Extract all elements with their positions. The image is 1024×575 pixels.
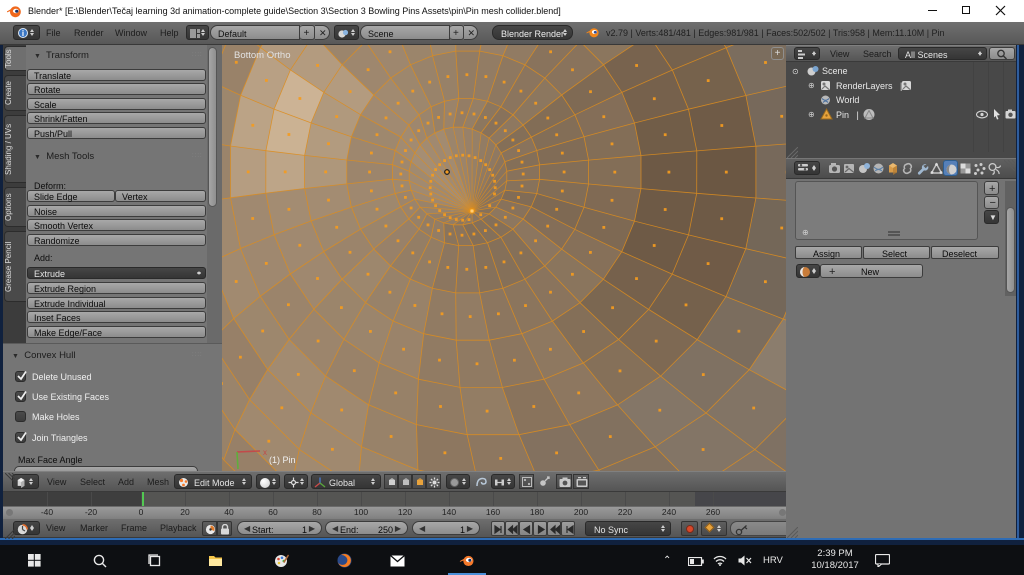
svg-text:x: x: [263, 448, 267, 457]
